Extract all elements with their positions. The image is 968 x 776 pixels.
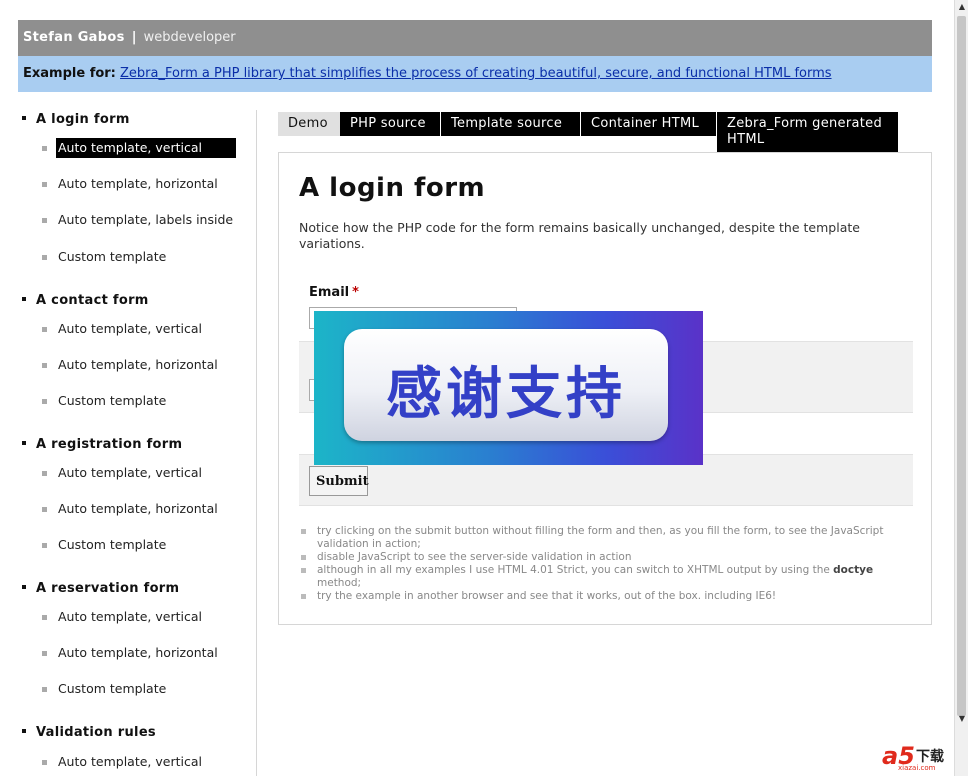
header-separator: | xyxy=(131,30,137,45)
sidebar-item-login-auto-vertical[interactable]: Auto template, vertical xyxy=(56,138,236,158)
nav-group-reservation: A reservation form xyxy=(18,581,179,596)
list-item: try the example in another browser and s… xyxy=(299,590,899,603)
sidebar-item-validation-auto-vertical[interactable]: Auto template, vertical xyxy=(56,752,236,772)
bullet-icon xyxy=(301,529,306,534)
notice-text: Notice how the PHP code for the form rem… xyxy=(299,220,860,251)
library-link[interactable]: Zebra_Form a PHP library that simplifies… xyxy=(120,66,832,81)
bullet-icon xyxy=(42,146,47,151)
sidebar-item-registration-custom[interactable]: Custom template xyxy=(56,535,236,555)
tab-template-source[interactable]: Template source xyxy=(441,112,580,136)
sidebar-item-login-custom[interactable]: Custom template xyxy=(56,247,236,267)
watermark-logo: a5 下载 xiazai.com xyxy=(880,742,958,772)
tab-container-html[interactable]: Container HTML xyxy=(581,112,716,136)
sidebar-item-reservation-auto-horizontal[interactable]: Auto template, horizontal xyxy=(56,643,236,663)
bullet-icon xyxy=(42,363,47,368)
sidebar-item-login-labels-inside[interactable]: Auto template, labels inside xyxy=(56,210,236,230)
bullet-icon xyxy=(22,297,26,301)
bullet-icon xyxy=(22,729,26,733)
required-mark: * xyxy=(352,285,359,300)
bullet-icon xyxy=(42,507,47,512)
doctype-method: doctye xyxy=(833,564,874,576)
watermark-url: xiazai.com xyxy=(898,764,936,772)
tab-generated-html[interactable]: Zebra_Form generated HTML xyxy=(717,112,898,152)
tab-php-source[interactable]: PHP source xyxy=(340,112,440,136)
bullet-icon xyxy=(22,116,26,120)
sidebar-item-contact-custom[interactable]: Custom template xyxy=(56,391,236,411)
bullet-icon xyxy=(301,555,306,560)
bullet-icon xyxy=(42,760,47,765)
bullet-icon xyxy=(42,399,47,404)
nav-group-validation: Validation rules xyxy=(18,725,156,740)
bullet-icon xyxy=(42,218,47,223)
sidebar-item-reservation-auto-vertical[interactable]: Auto template, vertical xyxy=(56,607,236,627)
page-title: A login form xyxy=(299,173,486,203)
bullet-icon xyxy=(42,182,47,187)
site-header: Stefan Gabos | webdeveloper xyxy=(18,20,932,56)
watermark-tag: 下载 xyxy=(916,749,944,765)
bullet-icon xyxy=(42,543,47,548)
bullet-icon xyxy=(42,255,47,260)
author-name: Stefan Gabos xyxy=(23,30,125,45)
sidebar-item-contact-auto-vertical[interactable]: Auto template, vertical xyxy=(56,319,236,339)
list-item: disable JavaScript to see the server-sid… xyxy=(299,551,899,564)
bullet-icon xyxy=(22,441,26,445)
bullet-icon xyxy=(22,585,26,589)
thanks-banner: 感谢支持 xyxy=(314,311,703,465)
example-label: Example for: xyxy=(23,66,116,81)
list-item: although in all my examples I use HTML 4… xyxy=(299,564,899,590)
bullet-icon xyxy=(42,471,47,476)
bullet-icon xyxy=(42,615,47,620)
bullet-icon xyxy=(42,327,47,332)
nav-group-login: A login form xyxy=(18,112,130,127)
email-label: Email * xyxy=(309,285,359,300)
bullet-icon xyxy=(42,687,47,692)
bullet-icon xyxy=(42,651,47,656)
nav-group-registration: A registration form xyxy=(18,437,182,452)
example-bar: Example for: Zebra_Form a PHP library th… xyxy=(18,56,932,92)
sidebar-nav: A login form Auto template, vertical Aut… xyxy=(18,110,257,776)
sidebar-item-contact-auto-horizontal[interactable]: Auto template, horizontal xyxy=(56,355,236,375)
banner-text: 感谢支持 xyxy=(386,362,626,427)
bullet-icon xyxy=(301,568,306,573)
submit-button[interactable]: Submit xyxy=(309,466,369,496)
scroll-up-icon[interactable]: ▲ xyxy=(956,0,968,14)
sidebar-item-login-auto-horizontal[interactable]: Auto template, horizontal xyxy=(56,174,236,194)
bullet-icon xyxy=(301,594,306,599)
scroll-thumb[interactable] xyxy=(957,16,966,716)
author-role: webdeveloper xyxy=(143,30,236,45)
tab-demo[interactable]: Demo xyxy=(278,112,340,136)
page-scrollbar[interactable]: ▲ ▼ xyxy=(954,0,968,776)
list-item: try clicking on the submit button withou… xyxy=(299,525,899,551)
nav-group-contact: A contact form xyxy=(18,293,149,308)
sidebar-item-registration-auto-vertical[interactable]: Auto template, vertical xyxy=(56,463,236,483)
banner-pill: 感谢支持 xyxy=(344,329,668,441)
notes-list: try clicking on the submit button withou… xyxy=(299,525,899,603)
sidebar-item-reservation-custom[interactable]: Custom template xyxy=(56,679,236,699)
scroll-down-icon[interactable]: ▼ xyxy=(956,712,968,726)
sidebar-item-registration-auto-horizontal[interactable]: Auto template, horizontal xyxy=(56,499,236,519)
